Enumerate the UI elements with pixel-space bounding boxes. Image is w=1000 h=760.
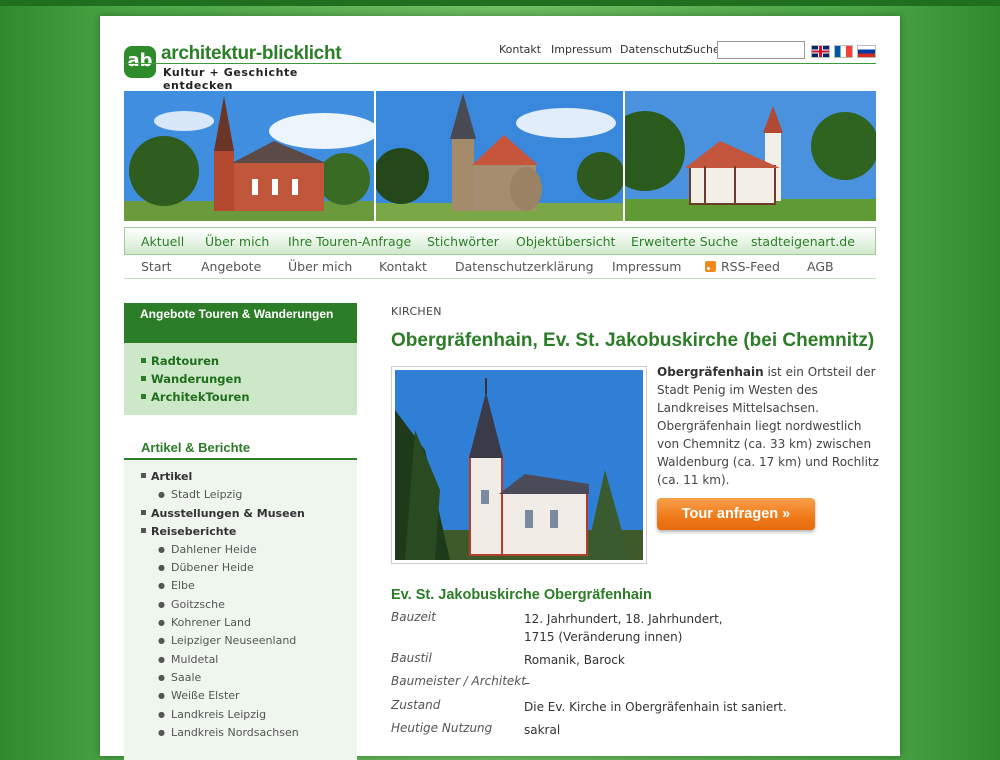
nav-item-touren-anfrage[interactable]: Ihre Touren-Anfrage — [288, 234, 411, 249]
square-bullet-icon — [141, 473, 146, 478]
church-photo[interactable] — [391, 366, 647, 564]
intro-body: ist ein Ortsteil der Stadt Penig im West… — [657, 365, 879, 487]
sidebar-item-label: Wanderungen — [151, 372, 242, 386]
nav2-item-datenschutzerklaerung[interactable]: Datenschutzerklärung — [455, 259, 594, 274]
square-bullet-icon — [141, 376, 146, 381]
sidebar-item-artikel[interactable]: Artikel — [141, 470, 192, 483]
sidebar-item-ausstellungen[interactable]: Ausstellungen & Museen — [141, 507, 305, 520]
page-title: Obergräfenhain, Ev. St. Jakobuskirche (b… — [391, 330, 875, 351]
tour-request-button[interactable]: Tour anfragen » — [657, 498, 815, 530]
header-photo-strip — [124, 91, 876, 221]
logo-mark: ab — [124, 46, 156, 78]
sidebar-subitem-elbe[interactable]: Elbe — [158, 579, 195, 592]
square-bullet-icon — [141, 528, 146, 533]
sidebar-subitem-goitzsche[interactable]: Goitzsche — [158, 598, 225, 611]
logo-tagline: Kultur + Geschichte entdecken — [163, 66, 298, 92]
category-label[interactable]: KIRCHEN — [391, 305, 442, 318]
nav-item-objektuebersicht[interactable]: Objektübersicht — [516, 234, 615, 249]
fact-value: sakral — [524, 723, 561, 737]
sidebar-subitem-muldetal[interactable]: Muldetal — [158, 653, 218, 666]
header-photo-brick-church — [124, 91, 374, 221]
sidebar-item-architektouren[interactable]: ArchitekTouren — [141, 390, 250, 404]
secondary-nav: Start Angebote Über mich Kontakt Datensc… — [124, 256, 876, 279]
sidebar-item-label: Ausstellungen & Museen — [151, 507, 305, 520]
rss-icon — [705, 261, 716, 272]
nav2-item-ueber-mich[interactable]: Über mich — [288, 259, 352, 274]
site-logo[interactable]: ab architektur-blicklicht Kultur + Gesch… — [124, 43, 364, 92]
search-label: Suche — [686, 43, 720, 56]
sidebar-subitem-landkreis-nordsachsen[interactable]: Landkreis Nordsachsen — [158, 726, 299, 739]
nav2-item-agb[interactable]: AGB — [807, 259, 834, 274]
flag-ru-icon[interactable] — [857, 45, 876, 58]
nav-item-erweiterte-suche[interactable]: Erweiterte Suche — [631, 234, 738, 249]
fact-key: Baumeister / Architekt — [391, 674, 526, 688]
sidebar-item-label: Artikel — [151, 470, 193, 483]
sidebar-item-label: ArchitekTouren — [151, 390, 250, 404]
fact-key: Heutige Nutzung — [391, 721, 493, 735]
fact-key: Zustand — [391, 698, 441, 712]
top-bar — [0, 0, 1000, 6]
sidebar-item-radtouren[interactable]: Radtouren — [141, 354, 219, 368]
fact-value: – — [524, 676, 530, 690]
fact-key: Baustil — [391, 651, 432, 665]
flag-uk-icon[interactable] — [811, 45, 830, 58]
square-bullet-icon — [141, 394, 146, 399]
primary-nav: Aktuell Über mich Ihre Touren-Anfrage St… — [124, 227, 876, 255]
square-bullet-icon — [141, 510, 146, 515]
nav2-item-kontakt[interactable]: Kontakt — [379, 259, 427, 274]
intro-text: Obergräfenhain ist ein Ortsteil der Stad… — [657, 363, 879, 489]
sidebar-subitem-duebener-heide[interactable]: Dübener Heide — [158, 561, 254, 574]
sidebar-subitem-stadt-leipzig[interactable]: Stadt Leipzig — [158, 488, 242, 501]
sidebar-offers-box: Radtouren Wanderungen ArchitekTouren — [124, 343, 357, 415]
sidebar-subitem-saale[interactable]: Saale — [158, 671, 201, 684]
sidebar-subitem-kohrener-land[interactable]: Kohrener Land — [158, 616, 251, 629]
square-bullet-icon — [141, 358, 146, 363]
nav2-item-angebote[interactable]: Angebote — [201, 259, 261, 274]
nav2-item-rss[interactable]: RSS-Feed — [705, 259, 780, 274]
sidebar-articles-heading: Artikel & Berichte — [124, 436, 357, 460]
sidebar-subitem-leipziger-neuseenland[interactable]: Leipziger Neuseenland — [158, 634, 296, 647]
flag-fr-icon[interactable] — [834, 45, 853, 58]
sidebar-item-label: Reiseberichte — [151, 525, 237, 538]
sidebar-subitem-dahlener-heide[interactable]: Dahlener Heide — [158, 543, 257, 556]
logo-name: architektur-blicklicht — [161, 43, 342, 64]
nav-item-aktuell[interactable]: Aktuell — [141, 234, 184, 249]
nav2-item-start[interactable]: Start — [141, 259, 172, 274]
rss-label: RSS-Feed — [721, 259, 780, 274]
sidebar-offers-heading: Angebote Touren & Wanderungen — [124, 303, 357, 343]
toplink-kontakt[interactable]: Kontakt — [499, 43, 541, 56]
nav2-item-impressum[interactable]: Impressum — [612, 259, 681, 274]
fact-key: Bauzeit — [391, 610, 436, 624]
nav-item-stichwoerter[interactable]: Stichwörter — [427, 234, 499, 249]
fact-value-line: 1715 (Veränderung innen) — [524, 630, 683, 644]
sidebar-item-reiseberichte[interactable]: Reiseberichte — [141, 525, 236, 538]
sidebar-item-label: Radtouren — [151, 354, 220, 368]
nav-item-ueber-mich[interactable]: Über mich — [205, 234, 269, 249]
sidebar-subitem-weisse-elster[interactable]: Weiße Elster — [158, 689, 240, 702]
fact-value-line: 12. Jahrhundert, 18. Jahrhundert, — [524, 612, 723, 626]
header-photo-stone-church — [376, 91, 623, 221]
toplink-impressum[interactable]: Impressum — [551, 43, 612, 56]
page-container: ab architektur-blicklicht Kultur + Gesch… — [100, 16, 900, 760]
fact-value: 12. Jahrhundert, 18. Jahrhundert, 1715 (V… — [524, 610, 864, 646]
intro-bold: Obergräfenhain — [657, 365, 764, 379]
fact-value: Romanik, Barock — [524, 653, 625, 667]
header-photo-timber-church — [625, 91, 876, 221]
sidebar-item-wanderungen[interactable]: Wanderungen — [141, 372, 242, 386]
fact-value: Die Ev. Kirche in Obergräfenhain ist san… — [524, 700, 787, 714]
header-divider — [124, 63, 876, 64]
sidebar-articles-box: Artikel Stadt Leipzig Ausstellungen & Mu… — [124, 460, 357, 760]
nav-item-stadteigenart[interactable]: stadteigenart.de — [751, 234, 855, 249]
section-heading: Ev. St. Jakobuskirche Obergräfenhain — [391, 587, 652, 603]
sidebar-subitem-landkreis-leipzig[interactable]: Landkreis Leipzig — [158, 708, 266, 721]
search-input[interactable] — [717, 41, 805, 59]
toplink-datenschutz[interactable]: Datenschutz — [620, 43, 689, 56]
